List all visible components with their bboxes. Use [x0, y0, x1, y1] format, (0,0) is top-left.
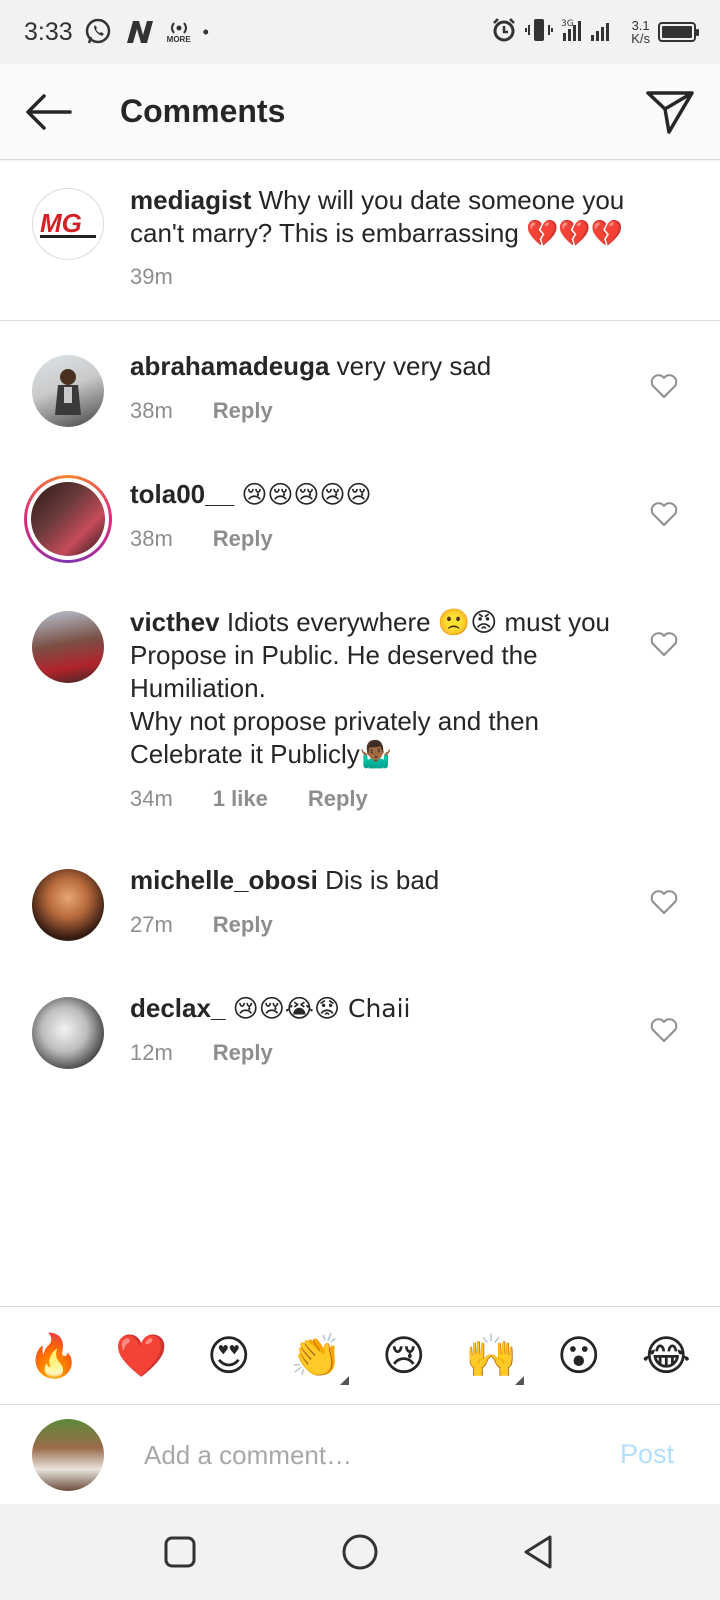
- comment-meta: 12m Reply: [130, 1040, 273, 1066]
- reply-button[interactable]: Reply: [213, 912, 273, 938]
- avatar: [32, 1419, 104, 1491]
- comment-composer: Post: [0, 1404, 720, 1504]
- alarm-icon: [491, 17, 517, 48]
- comment-body-line2: Why not propose privately and then Celeb…: [130, 706, 540, 769]
- comment-text: tola00__ 😢😢😢😢😢: [130, 478, 610, 511]
- post-caption: MG mediagist Why will you date someone y…: [0, 160, 720, 321]
- n-app-icon: [125, 19, 155, 45]
- arrow-left-icon: [26, 94, 72, 130]
- comment-username[interactable]: victhev: [130, 607, 220, 637]
- comment-time: 12m: [130, 1040, 173, 1065]
- heart-emoji-button[interactable]: ❤️: [110, 1325, 172, 1387]
- surprised-emoji-button[interactable]: 😮: [548, 1325, 610, 1387]
- system-nav-bar: [0, 1504, 720, 1600]
- comment-username[interactable]: michelle_obosi: [130, 865, 318, 895]
- square-icon: [164, 1536, 196, 1568]
- caption-text: mediagist Why will you date someone you …: [130, 184, 670, 250]
- heart-eyes-emoji-button[interactable]: 😍: [198, 1325, 260, 1387]
- fire-emoji-button[interactable]: 🔥: [23, 1325, 85, 1387]
- comment-body: Dis is bad: [325, 865, 440, 895]
- comment-text: abrahamadeuga very very sad: [130, 350, 610, 383]
- back-button[interactable]: [22, 90, 74, 134]
- comment-time: 38m: [130, 526, 173, 551]
- status-time: 3:33: [24, 17, 73, 46]
- comment-body: 😢😢😢😢😢: [241, 480, 372, 509]
- triangle-back-icon: [524, 1535, 552, 1569]
- story-ring[interactable]: [24, 475, 112, 563]
- reply-button[interactable]: Reply: [308, 786, 368, 812]
- back-nav-button[interactable]: [518, 1532, 558, 1572]
- mediagist-logo-icon: MG: [40, 208, 96, 238]
- svg-text:3G: 3G: [561, 19, 574, 29]
- recent-apps-button[interactable]: [160, 1532, 200, 1572]
- comment-meta: 38m Reply: [130, 526, 273, 552]
- avatar[interactable]: MG: [32, 188, 104, 260]
- reply-button[interactable]: Reply: [213, 1040, 273, 1066]
- post-button[interactable]: Post: [620, 1439, 674, 1470]
- heart-icon[interactable]: [650, 1017, 678, 1043]
- comment-meta: 34m 1 like Reply: [130, 786, 368, 812]
- avatar[interactable]: [32, 997, 104, 1069]
- comment-input[interactable]: [144, 1435, 604, 1475]
- skin-tone-indicator-icon: [515, 1375, 525, 1385]
- paper-plane-icon: [646, 91, 694, 134]
- avatar: [31, 482, 105, 556]
- avatar[interactable]: [32, 611, 104, 683]
- comment-time: 27m: [130, 912, 173, 937]
- net-speed: 3.1 K/s: [631, 19, 650, 45]
- laughing-emoji-button[interactable]: 😂: [635, 1325, 697, 1387]
- skin-tone-indicator-icon: [340, 1375, 350, 1385]
- comment-username[interactable]: tola00__: [130, 479, 234, 509]
- comment-text: declax_ 😢😢😭😟 Chaii: [130, 992, 610, 1025]
- avatar[interactable]: [32, 355, 104, 427]
- dot-icon: •: [202, 21, 209, 42]
- caption-username[interactable]: mediagist: [130, 185, 251, 215]
- heart-icon[interactable]: [650, 373, 678, 399]
- quick-reactions-bar: 🔥 ❤️ 😍 👏 😢 🙌 😮 😂: [0, 1306, 720, 1404]
- clap-emoji-button[interactable]: 👏: [285, 1325, 350, 1387]
- whatsapp-icon: [83, 17, 113, 47]
- circle-icon: [342, 1534, 378, 1570]
- reply-button[interactable]: Reply: [213, 526, 273, 552]
- comment-meta: 27m Reply: [130, 912, 273, 938]
- hotspot-icon: MORE: [167, 21, 191, 44]
- crying-emoji-button[interactable]: 😢: [373, 1325, 435, 1387]
- comment-meta: 38m Reply: [130, 398, 273, 424]
- raised-hands-emoji-button[interactable]: 🙌: [460, 1325, 525, 1387]
- signal-icon: 3G: [561, 17, 623, 48]
- more-label: MORE: [166, 34, 191, 44]
- home-button[interactable]: [340, 1532, 380, 1572]
- clap-emoji: 👏: [290, 1330, 343, 1380]
- page-title: Comments: [120, 93, 286, 129]
- comment-username[interactable]: abrahamadeuga: [130, 351, 329, 381]
- comment-time: 38m: [130, 398, 173, 423]
- vibrate-icon: [525, 17, 554, 48]
- comment-body: very very sad: [336, 351, 492, 381]
- svg-text:MG: MG: [40, 208, 82, 238]
- reply-button[interactable]: Reply: [213, 398, 273, 424]
- app-header: Comments: [0, 64, 720, 160]
- comment-text: michelle_obosi Dis is bad: [130, 864, 610, 897]
- heart-icon[interactable]: [650, 501, 678, 527]
- status-bar: 3:33 MORE • 3G 3.1 K/s: [0, 0, 720, 64]
- heart-icon[interactable]: [650, 889, 678, 915]
- comment-body: 😢😢😭😟 Chaii: [232, 994, 411, 1023]
- raised-hands-emoji: 🙌: [465, 1330, 518, 1380]
- comment-username[interactable]: declax_: [130, 993, 225, 1023]
- battery-icon: [658, 22, 699, 42]
- comment-text: victhev Idiots everywhere 🙁😡 must you Pr…: [130, 606, 620, 771]
- avatar[interactable]: [32, 869, 104, 941]
- heart-icon[interactable]: [650, 631, 678, 657]
- comment-time: 34m: [130, 786, 173, 811]
- caption-time: 39m: [130, 264, 173, 289]
- likes-count[interactable]: 1 like: [213, 786, 268, 812]
- share-button[interactable]: [644, 86, 696, 138]
- net-speed-unit: K/s: [631, 31, 650, 46]
- caption-meta: 39m: [130, 264, 173, 290]
